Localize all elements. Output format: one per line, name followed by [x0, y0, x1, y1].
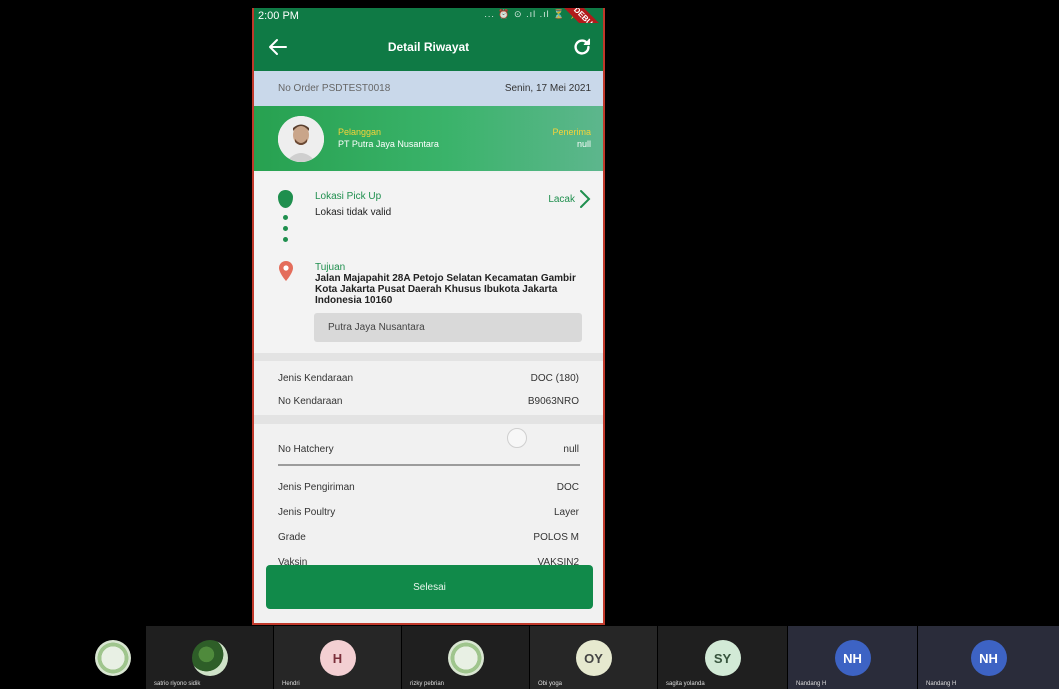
participant-tile[interactable]: rizky pebrian	[402, 626, 529, 689]
track-label: Lacak	[548, 193, 575, 205]
participant-tile[interactable]: H Hendri	[274, 626, 401, 689]
route-dot-icon	[283, 237, 288, 242]
participant-name: Nandang H	[796, 681, 827, 687]
participant-avatar	[447, 640, 484, 676]
receiver-value: null	[576, 139, 591, 149]
vehicle-number-value: B9063NRO	[527, 395, 579, 407]
status-time: 2:00 PM	[258, 9, 299, 22]
participant-strip: satrio riyono sidik H Hendri rizky pebri…	[0, 626, 1059, 689]
pickup-value: Lokasi tidak valid	[315, 207, 392, 218]
arrow-left-icon[interactable]	[266, 35, 290, 59]
status-bar: 2:00 PM ... ⏰ ⊙ .ıl .ıl ⏳ ⚡	[254, 8, 603, 23]
pickup-pin-icon	[278, 190, 293, 208]
customer-label: Pelanggan	[338, 127, 382, 137]
hatchery-row: No Hatchery null	[278, 442, 579, 456]
detail-value: Layer	[553, 506, 579, 518]
participant-tile[interactable]	[82, 626, 144, 689]
customer-avatar	[278, 116, 324, 162]
participant-avatar	[95, 640, 131, 676]
finish-button[interactable]: Selesai	[266, 565, 593, 609]
receiver-label: Penerima	[552, 127, 591, 137]
destination-name-field: Putra Jaya Nusantara	[314, 313, 582, 342]
detail-label: Jenis Poultry	[278, 506, 336, 518]
participant-tile[interactable]: SY sagita yolanda	[658, 626, 787, 689]
section-divider	[254, 415, 603, 424]
customer-name: PT Putra Jaya Nusantara	[338, 139, 439, 149]
hatchery-underline	[278, 464, 580, 466]
chevron-right-icon	[580, 190, 591, 208]
participant-name: satrio riyono sidik	[154, 681, 201, 687]
participant-name: sagita yolanda	[666, 681, 705, 687]
participant-tile[interactable]: satrio riyono sidik	[146, 626, 273, 689]
participant-name: rizky pebrian	[410, 681, 445, 687]
participant-avatar: NH	[834, 640, 871, 676]
refresh-icon[interactable]	[571, 36, 593, 58]
person-photo-icon	[278, 116, 324, 162]
detail-value: DOC	[556, 481, 579, 493]
hatchery-label: No Hatchery	[278, 443, 334, 455]
destination-label: Tujuan	[315, 262, 346, 273]
detail-label: Grade	[278, 531, 306, 543]
app-bar: Detail Riwayat	[254, 23, 603, 71]
participant-name: Obi yoga	[538, 681, 563, 687]
loading-spinner-icon	[507, 428, 527, 448]
route-section: Lokasi Pick Up Lokasi tidak valid Lacak …	[254, 173, 603, 353]
participant-avatar: NH	[970, 640, 1007, 676]
customer-card: Pelanggan PT Putra Jaya Nusantara Peneri…	[254, 106, 603, 171]
participant-tile[interactable]: NH Nandang H	[918, 626, 1059, 689]
participant-name: Hendri	[282, 681, 300, 687]
route-dot-icon	[283, 215, 288, 220]
section-divider	[254, 353, 603, 361]
destination-address: Jalan Majapahit 28A Petojo Selatan Kecam…	[315, 273, 576, 306]
vehicle-type-label: Jenis Kendaraan	[278, 372, 354, 384]
detail-value: POLOS M	[533, 531, 579, 543]
route-dot-icon	[283, 226, 288, 231]
participant-tile[interactable]: OY Obi yoga	[530, 626, 657, 689]
participant-tile[interactable]: NH Nandang H	[788, 626, 917, 689]
vehicle-number-row: No Kendaraan B9063NRO	[278, 394, 579, 408]
destination-pin-icon	[279, 261, 293, 281]
vehicle-type-row: Jenis Kendaraan DOC (180)	[278, 371, 579, 385]
participant-avatar: SY	[704, 640, 741, 676]
track-button[interactable]: Lacak	[548, 189, 591, 209]
detail-row: Grade POLOS M	[278, 530, 579, 544]
phone-screen: 2:00 PM ... ⏰ ⊙ .ıl .ıl ⏳ ⚡ DEBUG Detail…	[252, 8, 605, 625]
vehicle-type-value: DOC (180)	[530, 372, 579, 384]
hatchery-value: null	[563, 443, 579, 455]
order-date: Senin, 17 Mei 2021	[504, 83, 591, 94]
order-info-bar: No Order PSDTEST0018 Senin, 17 Mei 2021	[254, 71, 603, 106]
detail-row: Jenis Pengiriman DOC	[278, 480, 579, 494]
detail-label: Jenis Pengiriman	[278, 481, 355, 493]
order-number: No Order PSDTEST0018	[278, 83, 391, 94]
vehicle-number-label: No Kendaraan	[278, 395, 343, 407]
detail-row: Jenis Poultry Layer	[278, 505, 579, 519]
participant-avatar	[191, 640, 228, 676]
participant-avatar: H	[319, 640, 356, 676]
participant-name: Nandang H	[926, 681, 957, 687]
page-title: Detail Riwayat	[387, 40, 470, 54]
participant-avatar: OY	[575, 640, 612, 676]
pickup-label: Lokasi Pick Up	[315, 191, 382, 202]
